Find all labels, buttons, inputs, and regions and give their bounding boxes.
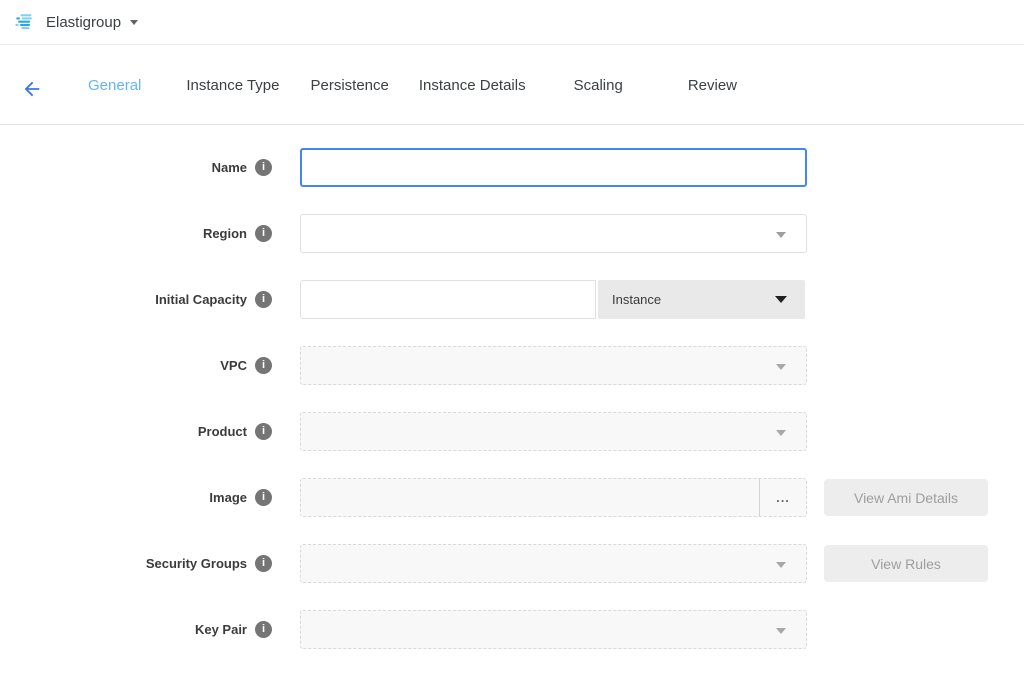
tab-general[interactable]: General [88,77,141,94]
chevron-down-icon [776,364,786,370]
form-row-security-groups: Security Groups i View Rules [0,544,1024,583]
vpc-label: VPC [220,358,247,373]
form-row-initial-capacity: Initial Capacity i Instance [0,280,1024,319]
tab-instance-type[interactable]: Instance Type [186,77,279,94]
info-icon[interactable]: i [255,291,272,308]
chevron-down-icon [776,430,786,436]
capacity-unit-value: Instance [612,292,661,307]
chevron-down-icon [130,20,138,25]
product-label: Product [198,424,247,439]
image-input[interactable]: ... [300,478,807,517]
chevron-down-icon [776,628,786,634]
view-rules-button[interactable]: View Rules [824,545,988,582]
region-select[interactable] [300,214,807,253]
image-browse-button[interactable]: ... [759,479,806,516]
capacity-unit-select[interactable]: Instance [598,280,805,319]
initial-capacity-label: Initial Capacity [155,292,247,307]
key-pair-select[interactable] [300,610,807,649]
form-row-product: Product i [0,412,1024,451]
general-form: Name i Region i Initial Capacity i Insta… [0,125,1024,649]
tab-persistence[interactable]: Persistence [311,77,389,94]
chevron-down-icon [775,296,787,303]
product-select[interactable] [300,412,807,451]
back-button[interactable] [20,78,44,102]
tab-review[interactable]: Review [688,77,737,94]
info-icon[interactable]: i [255,555,272,572]
form-row-name: Name i [0,148,1024,187]
tab-scaling[interactable]: Scaling [574,77,623,94]
image-label: Image [209,490,247,505]
app-name: Elastigroup [46,14,121,31]
security-groups-select[interactable] [300,544,807,583]
info-icon[interactable]: i [255,357,272,374]
form-row-key-pair: Key Pair i [0,610,1024,649]
wizard-nav: General Instance Type Persistence Instan… [0,45,1024,125]
wizard-tabs: General Instance Type Persistence Instan… [88,45,737,125]
app-switcher-dropdown[interactable]: Elastigroup [14,11,138,33]
info-icon[interactable]: i [255,621,272,638]
view-ami-details-button[interactable]: View Ami Details [824,479,988,516]
form-row-image: Image i ... View Ami Details [0,478,1024,517]
key-pair-label: Key Pair [195,622,247,637]
chevron-down-icon [776,232,786,238]
vpc-select[interactable] [300,346,807,385]
form-row-vpc: VPC i [0,346,1024,385]
info-icon[interactable]: i [255,423,272,440]
back-arrow-icon [21,78,43,100]
region-label: Region [203,226,247,241]
name-input[interactable] [300,148,807,187]
info-icon[interactable]: i [255,159,272,176]
tab-instance-details[interactable]: Instance Details [419,77,526,94]
security-groups-label: Security Groups [146,556,247,571]
topbar: Elastigroup [0,0,1024,45]
info-icon[interactable]: i [255,225,272,242]
form-row-region: Region i [0,214,1024,253]
chevron-down-icon [776,562,786,568]
initial-capacity-input[interactable] [300,280,596,319]
elastigroup-logo-icon [14,11,36,33]
info-icon[interactable]: i [255,489,272,506]
name-label: Name [212,160,247,175]
